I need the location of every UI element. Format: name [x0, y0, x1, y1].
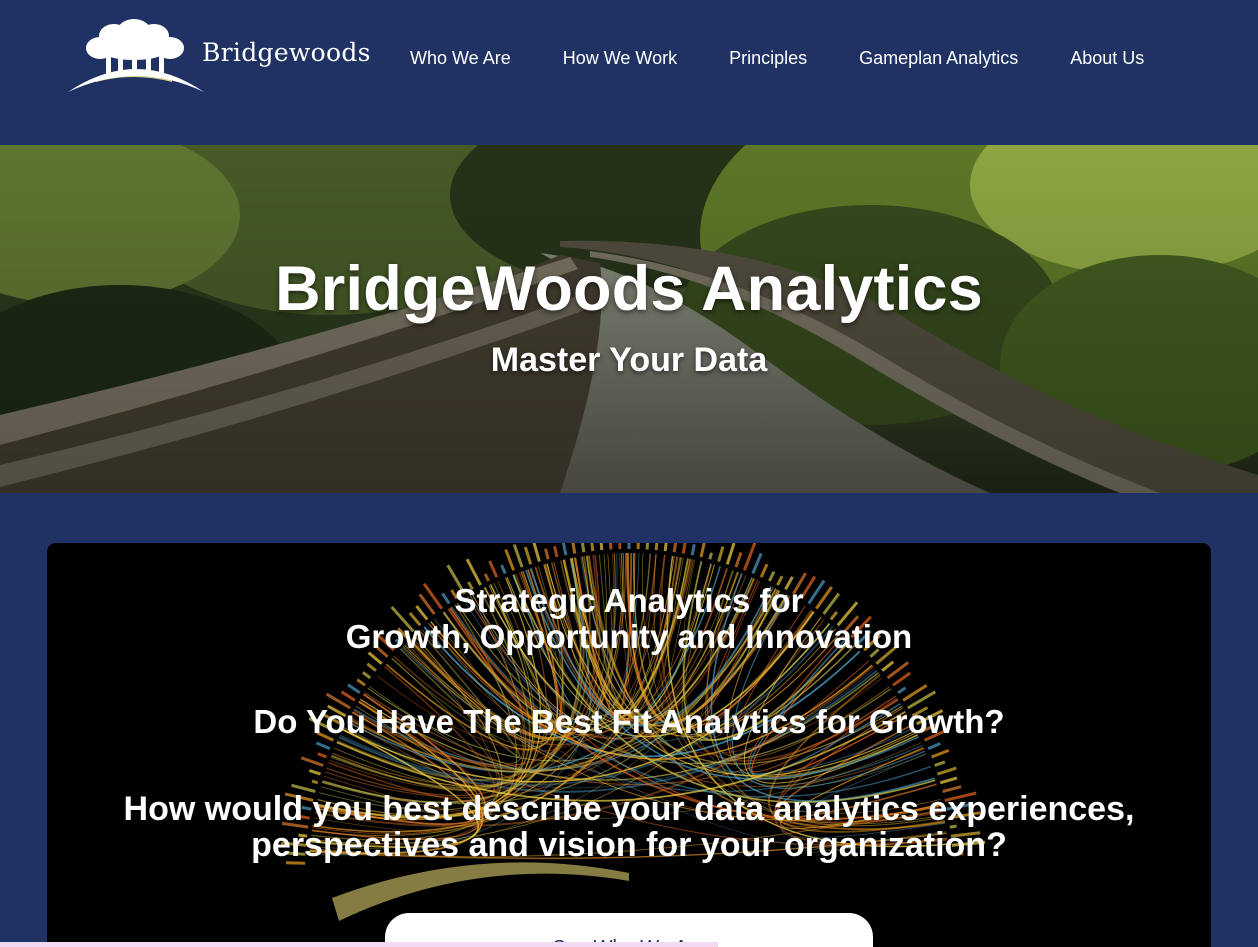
nav-item-how-we-work[interactable]: How We Work [537, 48, 703, 69]
bottom-strip [0, 942, 718, 947]
nav-item-who-we-are[interactable]: Who We Are [384, 48, 537, 69]
feature-prompt-line-1: How would you best describe your data an… [123, 790, 1135, 828]
nav-item-about-us[interactable]: About Us [1044, 48, 1170, 69]
page: Bridgewoods Who We Are How We Work Princ… [0, 0, 1258, 947]
brand-logo-link[interactable]: Bridgewoods [66, 16, 370, 96]
tree-bridge-logo-icon [68, 19, 204, 92]
brand-name: Bridgewoods [202, 38, 371, 67]
nav-item-principles[interactable]: Principles [703, 48, 833, 69]
hero-title: BridgeWoods Analytics [275, 254, 983, 324]
main-nav: Who We Are How We Work Principles Gamepl… [384, 44, 1170, 72]
feature-prompt-line-2: perspectives and vision for your organiz… [251, 826, 1007, 864]
hero-subtitle: Master Your Data [490, 341, 768, 379]
nav-item-gameplan-analytics[interactable]: Gameplan Analytics [833, 48, 1044, 69]
hero-banner: BridgeWoods Analytics Master Your Data [0, 145, 1258, 493]
feature-heading-line-2: Growth, Opportunity and Innovation [345, 618, 913, 655]
feature-question: Do You Have The Best Fit Analytics for G… [253, 703, 1005, 740]
feature-heading-line-1: Strategic Analytics for [454, 582, 804, 619]
site-header: Bridgewoods Who We Are How We Work Princ… [0, 0, 1258, 145]
feature-card: Strategic Analytics for Growth, Opportun… [47, 543, 1211, 947]
